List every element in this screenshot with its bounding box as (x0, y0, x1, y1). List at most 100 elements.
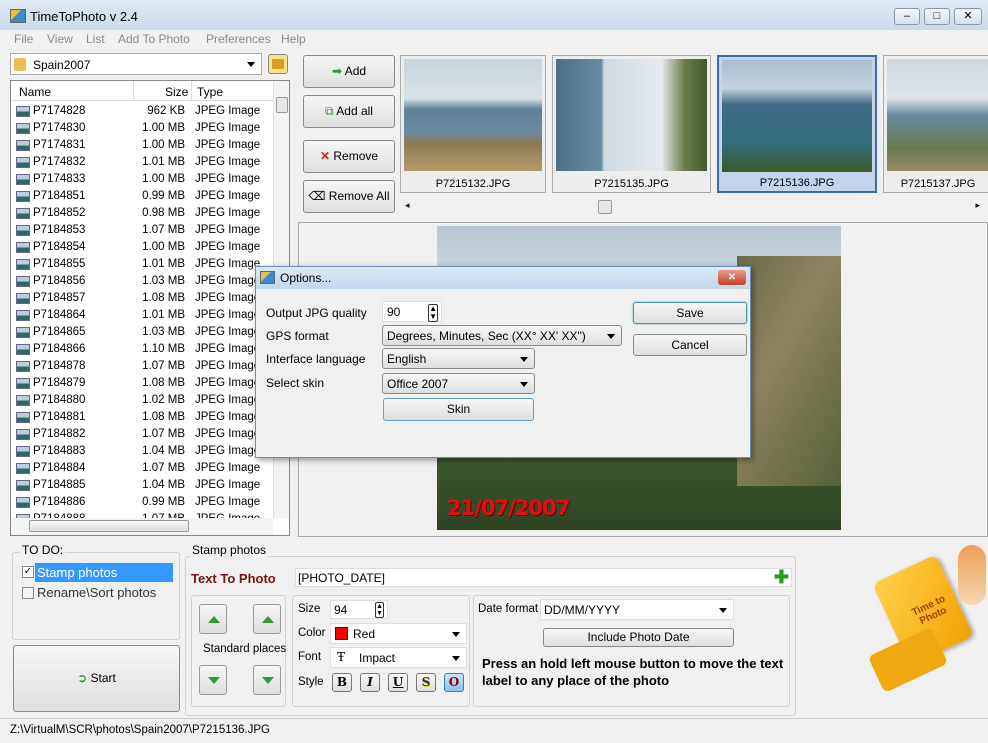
todo-label: Rename\Sort photos (37, 585, 157, 600)
todo-title: TO DO: (20, 543, 66, 557)
start-button[interactable]: ➲ Start (13, 645, 180, 712)
gps-format-select[interactable]: Degrees, Minutes, Sec (XX° XX' XX") (382, 325, 622, 346)
skin-select[interactable]: Office 2007 (382, 373, 535, 394)
menu-add-to-photo[interactable]: Add To Photo (118, 32, 190, 46)
todo-item-stamp-photos[interactable]: ✓ Stamp photos (22, 563, 173, 582)
file-row[interactable]: P7184857 1.08 MB JPEG Image (11, 290, 273, 307)
file-row[interactable]: P7184852 0.98 MB JPEG Image (11, 205, 273, 222)
shadow-button[interactable]: S (416, 673, 436, 692)
italic-button[interactable]: I (360, 673, 380, 692)
file-row[interactable]: P7184851 0.99 MB JPEG Image (11, 188, 273, 205)
file-row[interactable]: P7184878 1.07 MB JPEG Image (11, 358, 273, 375)
file-row[interactable]: P7184865 1.03 MB JPEG Image (11, 324, 273, 341)
file-row[interactable]: P7174832 1.01 MB JPEG Image (11, 154, 273, 171)
gps-format-value: Degrees, Minutes, Sec (XX° XX' XX") (387, 329, 586, 343)
horizontal-scrollbar[interactable] (11, 518, 273, 535)
color-label: Color (298, 627, 326, 639)
menu-bar: File View List Add To Photo Preferences … (0, 30, 988, 48)
column-type[interactable]: Type (197, 85, 223, 99)
minimize-button[interactable]: – (894, 8, 920, 25)
file-size: 1.08 MB (142, 292, 185, 304)
app-icon (260, 271, 275, 284)
chevron-down-icon (520, 382, 528, 387)
place-top-left-button[interactable] (199, 604, 227, 634)
file-row[interactable]: P7184855 1.01 MB JPEG Image (11, 256, 273, 273)
remove-button[interactable]: ✕ Remove (303, 140, 395, 173)
folder-select[interactable]: Spain2007 (10, 53, 262, 75)
dialog-close-button[interactable]: ✕ (718, 270, 746, 285)
close-button[interactable]: ✕ (954, 8, 982, 25)
scroll-thumb[interactable] (29, 520, 189, 532)
file-size: 0.99 MB (142, 496, 185, 508)
thumbnail-selected[interactable]: P7215136.JPG (717, 55, 877, 193)
todo-item-rename-sort[interactable]: Rename\Sort photos (22, 584, 173, 603)
save-button[interactable]: Save (633, 302, 747, 324)
maximize-button[interactable]: □ (924, 8, 950, 25)
file-row[interactable]: P7184884 1.07 MB JPEG Image (11, 460, 273, 477)
file-row[interactable]: P7174830 1.00 MB JPEG Image (11, 120, 273, 137)
place-bottom-right-button[interactable] (253, 665, 281, 695)
add-button[interactable]: ➡ Add (303, 55, 395, 88)
file-row[interactable]: P7184853 1.07 MB JPEG Image (11, 222, 273, 239)
file-list[interactable]: Name Size Type P7174828 962 KB JPEG Image P… (10, 80, 290, 536)
font-select[interactable]: Ŧ Impact (330, 647, 467, 668)
file-row[interactable]: P7184856 1.03 MB JPEG Image (11, 273, 273, 290)
menu-preferences[interactable]: Preferences (206, 32, 271, 46)
checkbox-checked[interactable]: ✓ (22, 566, 34, 578)
todo-label: Stamp photos (35, 563, 173, 582)
file-row[interactable]: P7184879 1.08 MB JPEG Image (11, 375, 273, 392)
add-icon[interactable]: ✚ (774, 567, 789, 588)
chevron-down-icon (452, 632, 460, 637)
spin-icon[interactable]: ▲ ▼ (428, 304, 438, 322)
image-file-icon (16, 344, 30, 355)
column-size[interactable]: Size (165, 85, 188, 99)
scroll-thumb[interactable] (598, 200, 612, 214)
column-name[interactable]: Name (19, 85, 51, 99)
interface-language-select[interactable]: English (382, 348, 535, 369)
place-top-right-button[interactable] (253, 604, 281, 634)
cancel-button[interactable]: Cancel (633, 334, 747, 356)
file-row[interactable]: P7184886 0.99 MB JPEG Image (11, 494, 273, 511)
color-value: Red (353, 627, 376, 641)
file-row[interactable]: P7174828 962 KB JPEG Image (11, 103, 273, 120)
size-stepper[interactable]: 94 ▲ ▼ (330, 600, 388, 619)
place-bottom-left-button[interactable] (199, 665, 227, 695)
include-photo-date-button[interactable]: Include Photo Date (543, 628, 734, 647)
menu-list[interactable]: List (86, 32, 105, 46)
skin-button[interactable]: Skin (383, 398, 534, 421)
jpg-quality-stepper[interactable]: 90 ▲ ▼ (382, 301, 442, 322)
menu-view[interactable]: View (47, 32, 73, 46)
scroll-thumb[interactable] (276, 97, 288, 113)
folder-value: Spain2007 (33, 58, 91, 72)
menu-help[interactable]: Help (281, 32, 306, 46)
file-row[interactable]: P7174833 1.00 MB JPEG Image (11, 171, 273, 188)
bold-button[interactable]: B (332, 673, 352, 692)
thumbnail[interactable]: P7215135.JPG (552, 55, 711, 193)
file-row[interactable]: P7184883 1.04 MB JPEG Image (11, 443, 273, 460)
file-name: P7184856 (33, 275, 86, 287)
thumbnail[interactable]: P7215132.JPG (400, 55, 546, 193)
file-row[interactable]: P7184880 1.02 MB JPEG Image (11, 392, 273, 409)
spin-icon[interactable]: ▲ ▼ (375, 602, 384, 618)
file-row[interactable]: P7184864 1.01 MB JPEG Image (11, 307, 273, 324)
file-row[interactable]: P7184882 1.07 MB JPEG Image (11, 426, 273, 443)
file-type: JPEG Image (195, 122, 261, 134)
text-to-photo-input[interactable]: [PHOTO_DATE] ✚ (295, 567, 792, 588)
browse-folder-button[interactable] (268, 54, 288, 74)
thumbnail-scrollbar[interactable]: ◂ ▸ (405, 200, 980, 214)
file-row[interactable]: P7174831 1.00 MB JPEG Image (11, 137, 273, 154)
date-stamp[interactable]: 21/07/2007 (447, 496, 570, 520)
underline-button[interactable]: U (388, 673, 408, 692)
remove-all-button[interactable]: ⌫ Remove All (303, 180, 395, 213)
color-select[interactable]: Red (330, 623, 467, 644)
add-all-button[interactable]: ⧉ Add all (303, 95, 395, 128)
outline-button[interactable]: O (444, 673, 464, 692)
file-row[interactable]: P7184854 1.00 MB JPEG Image (11, 239, 273, 256)
thumbnail[interactable]: P7215137.JPG (883, 55, 988, 193)
date-format-select[interactable]: DD/MM/YYYY (540, 599, 734, 620)
menu-file[interactable]: File (14, 32, 33, 46)
file-row[interactable]: P7184885 1.04 MB JPEG Image (11, 477, 273, 494)
file-row[interactable]: P7184866 1.10 MB JPEG Image (11, 341, 273, 358)
checkbox-unchecked[interactable] (22, 587, 34, 599)
file-row[interactable]: P7184881 1.08 MB JPEG Image (11, 409, 273, 426)
